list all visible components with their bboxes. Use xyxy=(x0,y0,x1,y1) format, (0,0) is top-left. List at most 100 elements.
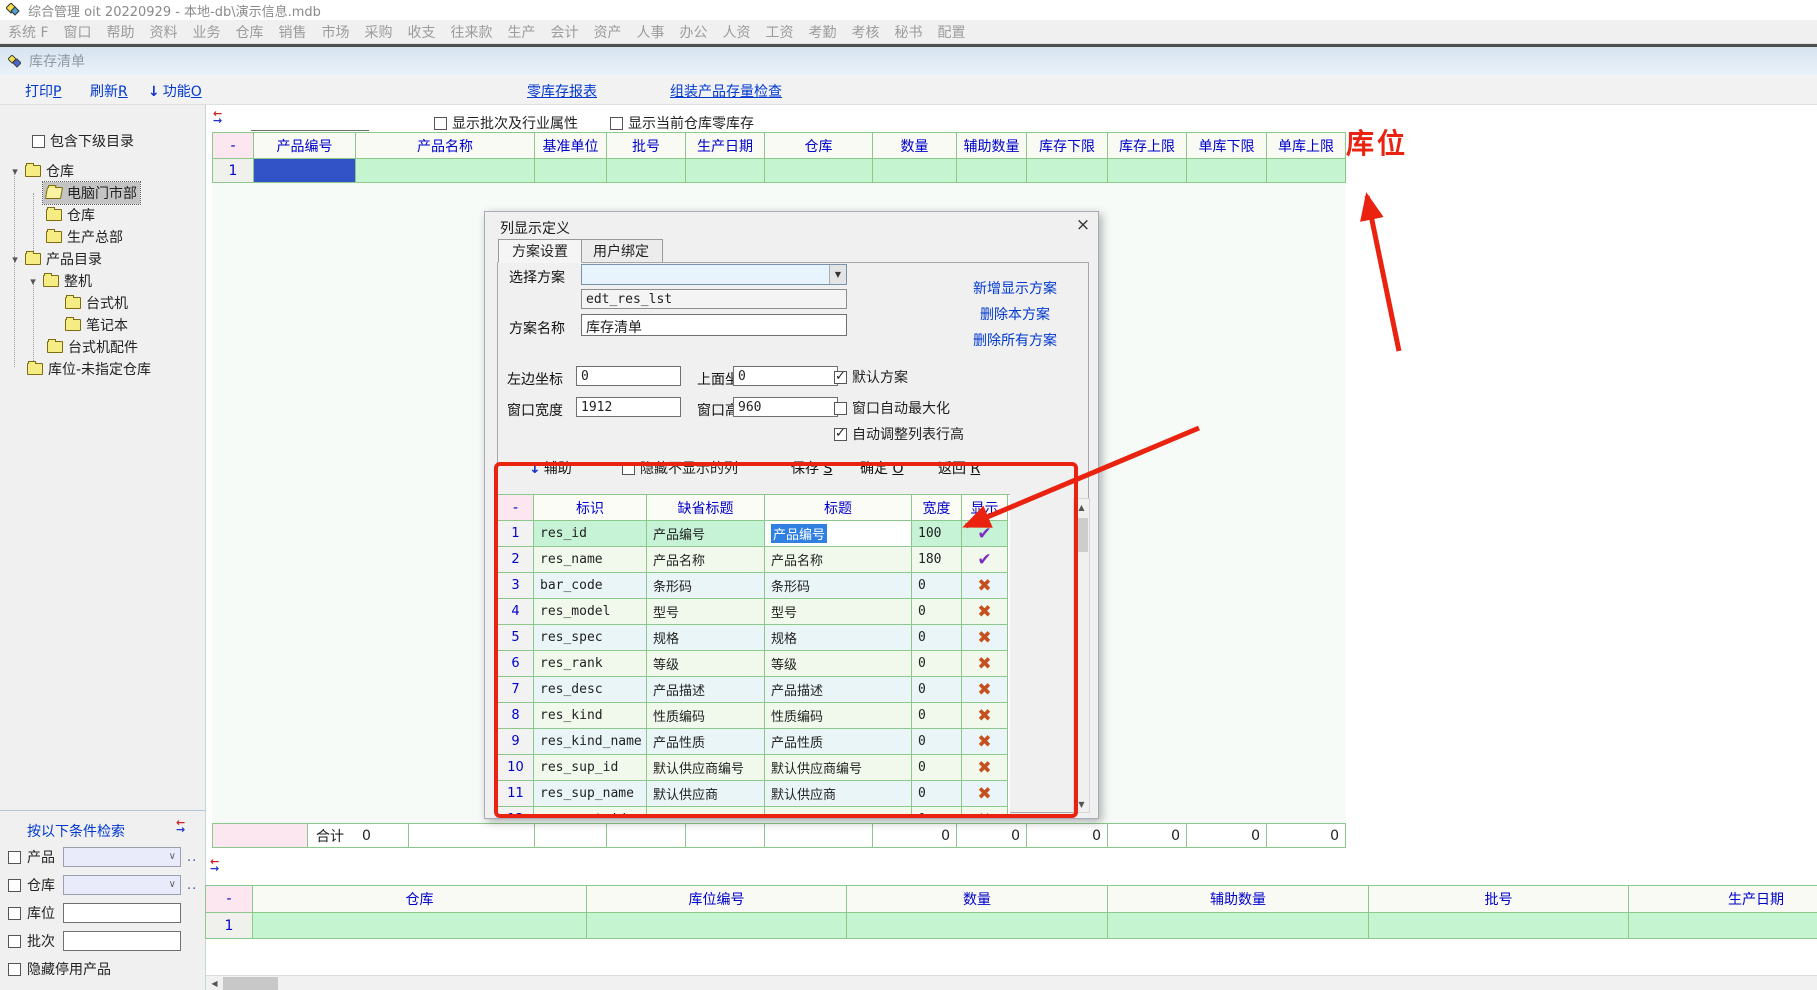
menu-item[interactable]: 考核 xyxy=(852,22,880,42)
checkbox-icon[interactable] xyxy=(32,135,45,148)
table-row[interactable]: 8 res_kind 性质编码 性质编码 0 xyxy=(498,703,1010,729)
menu-item[interactable]: 生产 xyxy=(508,22,536,42)
width-cell[interactable]: 0 xyxy=(912,755,962,781)
ok-button[interactable]: 确定 O xyxy=(860,458,903,478)
table-row[interactable]: 7 res_desc 产品描述 产品描述 0 xyxy=(498,677,1010,703)
cell-warehouse[interactable] xyxy=(765,159,873,183)
tree-node-desktop[interactable]: 台式机 xyxy=(0,292,206,314)
menu-item[interactable]: 工资 xyxy=(766,22,794,42)
cell-aux-quantity[interactable] xyxy=(957,159,1027,183)
title-cell[interactable]: 条形码 xyxy=(765,573,912,599)
title-cell[interactable]: 默认供应商编号 xyxy=(765,755,912,781)
batch-input[interactable] xyxy=(63,931,181,951)
cell-stock-lower[interactable] xyxy=(1027,159,1108,183)
column-header[interactable]: 生产日期 xyxy=(1629,886,1817,913)
tree-node-complete-machine[interactable]: ▾整机 xyxy=(0,270,206,292)
cell-quantity[interactable] xyxy=(873,159,957,183)
function-button[interactable]: ↓功能O xyxy=(148,81,202,101)
swap-columns-icon[interactable]: ←→ xyxy=(213,110,222,124)
title-cell[interactable]: 产品描述 xyxy=(765,677,912,703)
column-header[interactable]: 数量 xyxy=(847,886,1108,913)
cell-product-name[interactable] xyxy=(356,159,535,183)
column-header[interactable]: 缺省标题 xyxy=(647,495,765,521)
window-height-input[interactable]: 960 xyxy=(733,397,838,417)
print-button[interactable]: 打印P xyxy=(25,81,61,101)
menu-item[interactable]: 配置 xyxy=(938,22,966,42)
cell-quantity[interactable] xyxy=(847,913,1108,939)
cell-warehouse[interactable] xyxy=(253,913,587,939)
cell-aux-quantity[interactable] xyxy=(1108,913,1369,939)
column-header[interactable]: 产品名称 xyxy=(356,133,535,159)
title-cell[interactable]: 型号 xyxy=(765,599,912,625)
checkbox-checked-icon[interactable] xyxy=(834,428,847,441)
tab-scheme-settings[interactable]: 方案设置 xyxy=(498,239,582,263)
cell-batch-no[interactable] xyxy=(607,159,686,183)
column-header[interactable]: 生产日期 xyxy=(686,133,765,159)
visibility-flag-icon[interactable] xyxy=(962,755,1008,781)
tree-node-product-catalog[interactable]: ▾产品目录 xyxy=(0,248,206,270)
menu-item[interactable]: 窗口 xyxy=(64,22,92,42)
width-cell[interactable]: 0 xyxy=(912,573,962,599)
cell-stock-upper[interactable] xyxy=(1108,159,1187,183)
table-row[interactable]: 11 res_sup_name 默认供应商 默认供应商 0 xyxy=(498,781,1010,807)
tree-node-desktop-parts[interactable]: 台式机配件 xyxy=(0,336,206,358)
tree-node-laptop[interactable]: 笔记本 xyxy=(0,314,206,336)
product-more-button[interactable]: .. xyxy=(187,850,197,865)
cell-location-id[interactable] xyxy=(587,913,847,939)
width-cell[interactable]: 0 xyxy=(912,807,962,814)
column-header[interactable]: 辅助数量 xyxy=(957,133,1027,159)
menu-item[interactable]: 业务 xyxy=(193,22,221,42)
tree-node-location-unassigned[interactable]: 库位-未指定仓库 xyxy=(0,358,206,380)
save-button[interactable]: 保存 S xyxy=(791,458,832,478)
scrollbar-thumb[interactable] xyxy=(223,977,278,990)
hide-disabled-checkbox[interactable] xyxy=(8,963,21,976)
table-row[interactable]: 4 res_model 型号 型号 0 xyxy=(498,599,1010,625)
menu-item[interactable]: 人事 xyxy=(637,22,665,42)
table-row[interactable]: 2 res_name 产品名称 产品名称 180 xyxy=(498,547,1010,573)
zero-stock-report-link[interactable]: 零库存报表 xyxy=(527,81,597,101)
location-checkbox[interactable] xyxy=(8,907,21,920)
refresh-button[interactable]: 刷新R xyxy=(90,81,128,101)
title-cell[interactable]: 默认供应商 xyxy=(765,781,912,807)
quick-filter-input[interactable] xyxy=(251,112,369,131)
column-header[interactable]: 单库上限 xyxy=(1267,133,1346,159)
menu-item[interactable]: 资料 xyxy=(150,22,178,42)
default-scheme-checkbox[interactable]: 默认方案 xyxy=(834,367,908,387)
delete-all-schemes-link[interactable]: 删除所有方案 xyxy=(940,330,1090,350)
checkbox-icon[interactable] xyxy=(434,117,447,130)
warehouse-more-button[interactable]: .. xyxy=(187,878,197,893)
top-coord-input[interactable]: 0 xyxy=(733,366,838,386)
menu-item[interactable]: 人资 xyxy=(723,22,751,42)
title-cell[interactable]: 等级 xyxy=(765,651,912,677)
column-header[interactable]: 单库下限 xyxy=(1187,133,1267,159)
table-row[interactable]: 9 res_kind_name 产品性质 产品性质 0 xyxy=(498,729,1010,755)
width-cell[interactable]: 0 xyxy=(912,703,962,729)
visibility-flag-icon[interactable] xyxy=(962,677,1008,703)
column-header[interactable]: - xyxy=(498,495,534,521)
close-icon[interactable]: × xyxy=(1073,215,1093,235)
column-header[interactable]: 库存上限 xyxy=(1108,133,1187,159)
warehouse-combo[interactable]: ∨ xyxy=(63,875,181,895)
column-header[interactable]: 产品编号 xyxy=(254,133,356,159)
return-button[interactable]: 返回 R xyxy=(938,458,980,478)
product-combo[interactable]: ∨ xyxy=(63,847,181,867)
column-header[interactable]: 辅助数量 xyxy=(1108,886,1369,913)
batch-checkbox[interactable] xyxy=(8,935,21,948)
scroll-down-icon[interactable]: ▼ xyxy=(1074,796,1089,812)
checkbox-icon[interactable] xyxy=(834,402,847,415)
menu-item[interactable]: 秘书 xyxy=(895,22,923,42)
menu-item[interactable]: 采购 xyxy=(365,22,393,42)
width-cell[interactable]: 0 xyxy=(912,677,962,703)
title-cell[interactable]: 产品编号 xyxy=(765,521,912,547)
title-cell[interactable]: 性质编码 xyxy=(765,703,912,729)
menu-item[interactable]: 收支 xyxy=(408,22,436,42)
visibility-flag-icon[interactable] xyxy=(962,547,1008,573)
menu-item[interactable]: 办公 xyxy=(680,22,708,42)
auto-maximize-checkbox[interactable]: 窗口自动最大化 xyxy=(834,398,950,418)
table-row[interactable]: 3 bar_code 条形码 条形码 0 xyxy=(498,573,1010,599)
cell-production-date[interactable] xyxy=(686,159,765,183)
menu-item[interactable]: 资产 xyxy=(594,22,622,42)
menu-item[interactable]: 仓库 xyxy=(236,22,264,42)
left-coord-input[interactable]: 0 xyxy=(576,366,681,386)
column-header[interactable]: - xyxy=(213,133,254,159)
